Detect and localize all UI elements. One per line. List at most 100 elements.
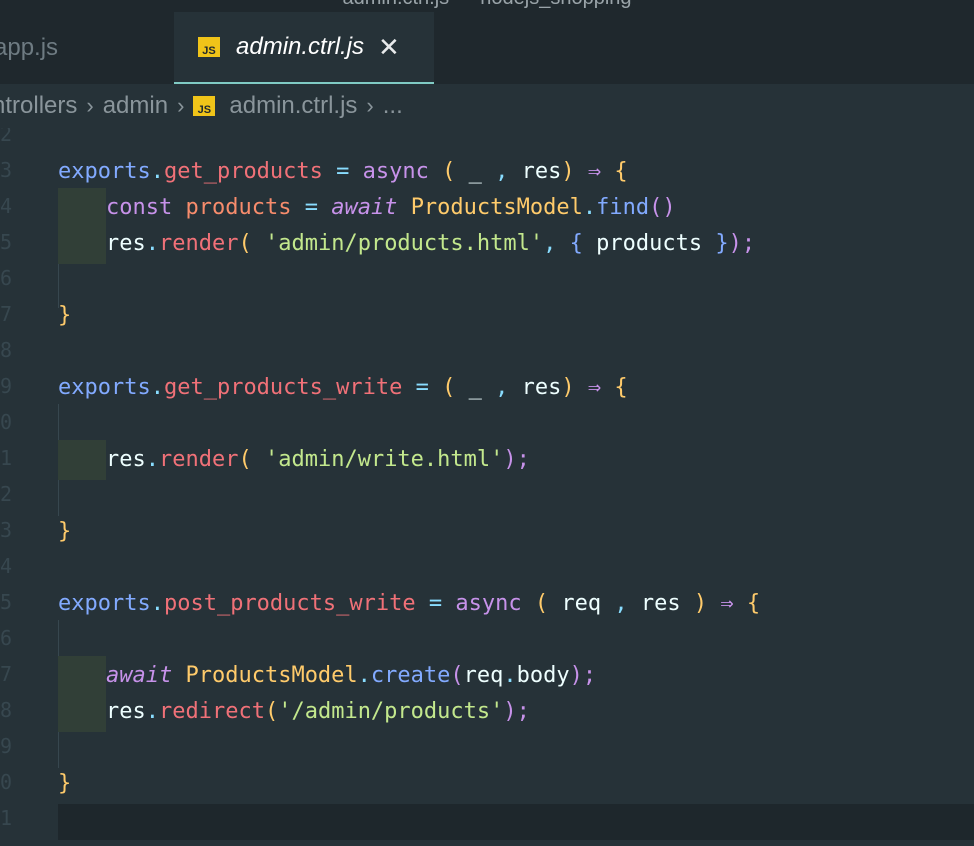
token: )	[561, 375, 575, 400]
token: (	[521, 591, 562, 616]
token: products	[582, 231, 716, 256]
token: exports	[58, 591, 151, 616]
editor-tab-bar: app.js JS admin.ctrl.js ✕	[0, 12, 974, 84]
tab-admin-ctrl-js[interactable]: JS admin.ctrl.js ✕	[174, 12, 434, 84]
breadcrumb-item-controllers[interactable]: ntrollers	[0, 92, 77, 120]
breadcrumb-file-label: admin.ctrl.js	[229, 92, 358, 119]
token: {	[614, 375, 628, 400]
token: ⇒	[574, 375, 615, 400]
token: }	[58, 771, 72, 796]
chevron-right-icon: ›	[177, 93, 185, 118]
token: await	[331, 195, 398, 220]
tab-label: app.js	[0, 34, 59, 61]
token: .	[503, 663, 517, 688]
token: ProductsModel	[410, 195, 583, 220]
token: find	[596, 195, 650, 220]
token: _	[468, 159, 482, 184]
token: ,	[481, 159, 522, 184]
token: 'admin/write.html'	[264, 447, 504, 472]
breadcrumb-item-admin[interactable]: admin	[103, 92, 168, 120]
js-file-icon: JS	[198, 37, 220, 57]
token: ⇒	[574, 159, 615, 184]
tab-app-js[interactable]: app.js	[0, 12, 164, 84]
token: render	[159, 231, 239, 256]
breadcrumb-item-file[interactable]: JS admin.ctrl.js	[193, 92, 357, 120]
token: .	[582, 195, 597, 220]
token: req	[561, 591, 602, 616]
code-line[interactable]: exports.get_products_write = ( _ , res) …	[58, 370, 628, 406]
token: );	[728, 231, 756, 256]
code-line[interactable]: }	[58, 514, 71, 550]
token: async	[455, 591, 522, 616]
token: get_products	[163, 159, 323, 184]
token: res	[640, 591, 681, 616]
token: )	[680, 591, 708, 616]
token: =	[402, 375, 443, 400]
code-editor[interactable]: 2 3 4 5 6 7 8 9 0 1 2 3 4 5 6 7 8 9 0 1 …	[0, 128, 974, 846]
code-line[interactable]: res.redirect('/admin/products');	[106, 694, 530, 730]
token: =	[291, 195, 332, 220]
chevron-right-icon: ›	[366, 93, 374, 118]
code-line[interactable]: res.render( 'admin/write.html');	[106, 442, 530, 478]
token: _	[455, 375, 496, 400]
breadcrumb-item-symbols[interactable]: ...	[383, 92, 403, 120]
code-line[interactable]: res.render( 'admin/products.html', { pro…	[106, 226, 755, 262]
token: .	[145, 699, 159, 724]
token: (	[264, 699, 279, 724]
token: }	[715, 231, 729, 256]
token: ⇒	[707, 591, 747, 616]
token: ()	[649, 195, 676, 220]
token: ,	[495, 375, 509, 400]
token: (	[442, 375, 456, 400]
token: (	[238, 231, 252, 256]
token: render	[159, 447, 239, 472]
token: await	[106, 663, 173, 688]
token: exports	[58, 375, 151, 400]
code-line[interactable]: const products = await ProductsModel.fin…	[106, 190, 676, 226]
window-title: admin.ctrl.js — nodejs_shopping	[0, 0, 974, 10]
token: );	[503, 447, 530, 472]
close-icon[interactable]: ✕	[378, 32, 400, 63]
token: get_products_write	[163, 375, 403, 400]
token: '/admin/products'	[278, 699, 504, 724]
token: =	[322, 159, 363, 184]
token: ,	[601, 591, 641, 616]
token: create	[370, 663, 451, 688]
code-line[interactable]: await ProductsModel.create(req.body);	[106, 658, 596, 694]
code-line[interactable]: }	[58, 766, 71, 802]
token: }	[58, 303, 72, 328]
token: body	[516, 663, 570, 688]
token: res	[106, 447, 146, 472]
token: {	[614, 159, 628, 184]
chevron-right-icon: ›	[86, 93, 94, 118]
token: post_products_write	[163, 591, 416, 616]
token: .	[150, 159, 164, 184]
code-line[interactable]: exports.post_products_write = async ( re…	[58, 586, 760, 622]
code-line[interactable]: exports.get_products = async ( _ , res) …	[58, 154, 628, 190]
token: )	[561, 159, 575, 184]
breadcrumb: ntrollers › admin › JS admin.ctrl.js › .…	[0, 84, 974, 128]
token: .	[150, 591, 164, 616]
token: (	[428, 159, 469, 184]
token: 'admin/products.html'	[264, 231, 544, 256]
token: );	[503, 699, 530, 724]
token: (	[450, 663, 464, 688]
token: res	[508, 375, 562, 400]
token: async	[362, 159, 429, 184]
token: res	[106, 231, 146, 256]
code-lines: exports.get_products = async ( _ , res) …	[0, 128, 974, 846]
token: const	[106, 195, 173, 220]
code-line[interactable]: }	[58, 298, 71, 334]
token: ProductsModel	[185, 663, 358, 688]
window-titlebar: admin.ctrl.js — nodejs_shopping	[0, 0, 974, 12]
token: =	[415, 591, 456, 616]
token: .	[150, 375, 164, 400]
token: (	[238, 447, 252, 472]
token: exports	[58, 159, 151, 184]
token: );	[569, 663, 597, 688]
token: res	[521, 159, 562, 184]
